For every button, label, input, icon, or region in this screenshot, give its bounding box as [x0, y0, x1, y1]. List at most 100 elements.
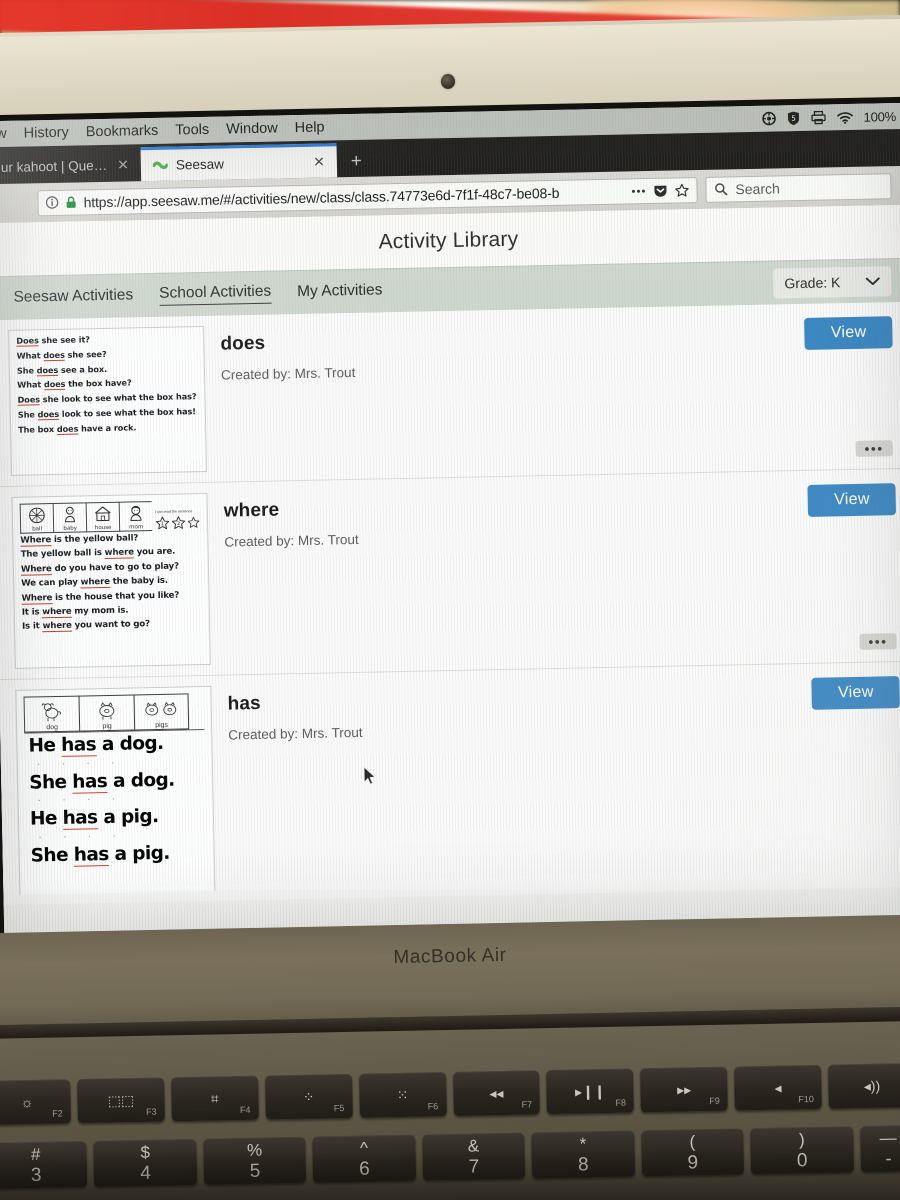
activity-card[interactable]: ball baby house mom I can read the sente…: [0, 468, 900, 681]
pocket-icon[interactable]: [653, 183, 667, 197]
printer-icon[interactable]: [810, 110, 826, 125]
key-f11[interactable]: ◂)): [828, 1063, 900, 1109]
key-f3[interactable]: ⬚⬚ F3: [77, 1077, 165, 1124]
line-post: the baby is.: [109, 575, 169, 588]
key-f6[interactable]: ⁙ F6: [358, 1072, 447, 1118]
activity-card[interactable]: dog pig pigs He has a dog. ···· She has …: [0, 661, 900, 906]
keyboard-number-row: #3 $4 % 5 ^ 6 & 7 * 8 (9 ) 0 — -: [0, 1125, 900, 1189]
activity-thumbnail[interactable]: dog pig pigs He has a dog. ···· She has …: [15, 685, 216, 895]
key-upper-label: —: [879, 1127, 897, 1148]
line-post: she see?: [64, 348, 107, 360]
thumbnail-line: What does she see?: [17, 348, 197, 362]
key-f2[interactable]: ☼ F2: [0, 1079, 71, 1125]
key-f5[interactable]: ⁘ F5: [264, 1073, 353, 1120]
key-f10[interactable]: ◂ F10: [734, 1064, 822, 1111]
line-post: the box have?: [65, 377, 132, 390]
keyboard-function-row: ☼ F2 ⬚⬚ F3 ⌗ F4 ⁘ F5 ⁙ F6 ◂◂ F7 ▸❙❙ F8 ▸▸ F9 ◂ F1…: [0, 1063, 900, 1125]
key-f7[interactable]: ◂◂ F7: [452, 1070, 541, 1116]
search-input[interactable]: Search: [735, 180, 780, 197]
grade-filter-label: Grade: K: [784, 274, 841, 292]
tab-school-activities[interactable]: School Activities: [159, 282, 272, 306]
wifi-icon[interactable]: [836, 110, 853, 124]
view-button[interactable]: View: [804, 316, 893, 350]
menu-item-history[interactable]: History: [24, 125, 69, 142]
key-6[interactable]: ^ 6: [312, 1134, 416, 1183]
key-8[interactable]: * 8: [531, 1130, 635, 1179]
key-minus[interactable]: — -: [859, 1125, 900, 1173]
thumbnail-line: He has a dog.: [28, 733, 204, 757]
browser-tab-kahoot[interactable]: ur kahoot | Question ✕: [0, 147, 141, 184]
line-pre: She: [16, 364, 37, 376]
close-tab-icon[interactable]: ✕: [117, 156, 129, 173]
browser-tab-seesaw[interactable]: Seesaw ✕: [140, 143, 338, 182]
line-post: my mom is.: [71, 605, 129, 617]
menu-item-help[interactable]: Help: [295, 120, 325, 137]
activity-thumbnail[interactable]: Does she see it? What does she see? She …: [8, 325, 208, 476]
activity-more-button[interactable]: •••: [859, 633, 897, 650]
tab-my-activities[interactable]: My Activities: [297, 281, 383, 303]
page-info-icon[interactable]: [45, 196, 59, 209]
key-lower-label: 7: [468, 1155, 480, 1178]
grade-filter-dropdown[interactable]: Grade: K: [773, 266, 892, 299]
mouse-cursor-icon: [363, 766, 377, 791]
key-4[interactable]: $4: [93, 1138, 198, 1187]
picture-cell-mom: mom: [118, 501, 153, 532]
view-button[interactable]: View: [811, 676, 900, 710]
browser-tab-title: Seesaw: [175, 156, 225, 173]
menu-item-tools[interactable]: Tools: [175, 122, 209, 139]
mute-icon: ◂: [774, 1079, 782, 1096]
menu-item-0[interactable]: w: [0, 126, 7, 142]
key-f8[interactable]: ▸❙❙ F8: [546, 1068, 635, 1115]
menu-bar-status-area: 5 100%: [761, 109, 896, 127]
key-lower-label: -: [885, 1148, 892, 1170]
close-tab-icon[interactable]: ✕: [313, 154, 325, 171]
thumbnail-line: She has a pig.: [30, 842, 207, 867]
activity-title: does: [220, 332, 266, 355]
menu-item-bookmarks[interactable]: Bookmarks: [86, 123, 159, 140]
picture-cell-pig: pig: [78, 694, 135, 732]
laptop-screen: w History Bookmarks Tools Window Help 5: [0, 102, 900, 934]
target-word: Where: [20, 563, 52, 576]
bookmark-star-icon[interactable]: [674, 183, 689, 197]
security-shield-icon[interactable]: 5: [786, 111, 799, 126]
more-icon[interactable]: [630, 188, 646, 194]
thumbnail-line: Where do you have to go to play?: [20, 561, 201, 576]
menu-bar-spacer: [342, 119, 762, 127]
key-3[interactable]: #3: [0, 1140, 88, 1189]
dropbox-icon[interactable]: [761, 111, 776, 126]
key-9[interactable]: (9: [640, 1128, 745, 1177]
activity-more-button[interactable]: •••: [855, 440, 893, 457]
key-7[interactable]: & 7: [422, 1132, 526, 1181]
thumbnail-line: Does she see it?: [16, 333, 196, 347]
view-button[interactable]: View: [807, 483, 897, 517]
battery-percentage[interactable]: 100%: [863, 109, 896, 125]
address-bar[interactable]: https://app.seesaw.me/#/activities/new/c…: [37, 176, 698, 216]
key-f4[interactable]: ⌗ F4: [170, 1075, 259, 1122]
picture-cell-pigs: pigs: [133, 693, 190, 731]
activity-thumbnail[interactable]: ball baby house mom I can read the sente…: [11, 492, 211, 669]
line-post: she look to see what the box has?: [39, 391, 197, 405]
star-icon-3: [187, 516, 200, 528]
key-lower-label: 4: [140, 1162, 152, 1184]
chevron-down-icon: [865, 273, 880, 289]
picture-label: ball: [32, 526, 43, 533]
line-post: you are.: [133, 547, 176, 558]
picture-label: baby: [63, 525, 77, 532]
key-f9[interactable]: ▸▸ F9: [640, 1066, 729, 1113]
thumbnail-line: He has a pig.: [30, 806, 206, 830]
key-0[interactable]: ) 0: [750, 1126, 854, 1175]
key-label: F3: [145, 1106, 157, 1117]
mom-icon: [120, 502, 152, 525]
thumbnail-line: The yellow ball is where you are.: [21, 547, 201, 560]
activity-card[interactable]: Does she see it? What does she see? She …: [0, 301, 900, 488]
keyboard-backlight-up-icon: ⁙: [396, 1086, 409, 1104]
key-label: F9: [709, 1095, 720, 1107]
target-word: where: [42, 621, 72, 633]
browser-search-box[interactable]: Search: [705, 172, 892, 203]
tab-seesaw-activities[interactable]: Seesaw Activities: [13, 286, 133, 308]
key-5[interactable]: % 5: [203, 1136, 307, 1185]
mission-control-icon: ⬚⬚: [107, 1092, 135, 1109]
menu-item-window[interactable]: Window: [226, 120, 278, 137]
lock-icon[interactable]: [65, 196, 76, 209]
new-tab-button[interactable]: +: [337, 150, 377, 177]
